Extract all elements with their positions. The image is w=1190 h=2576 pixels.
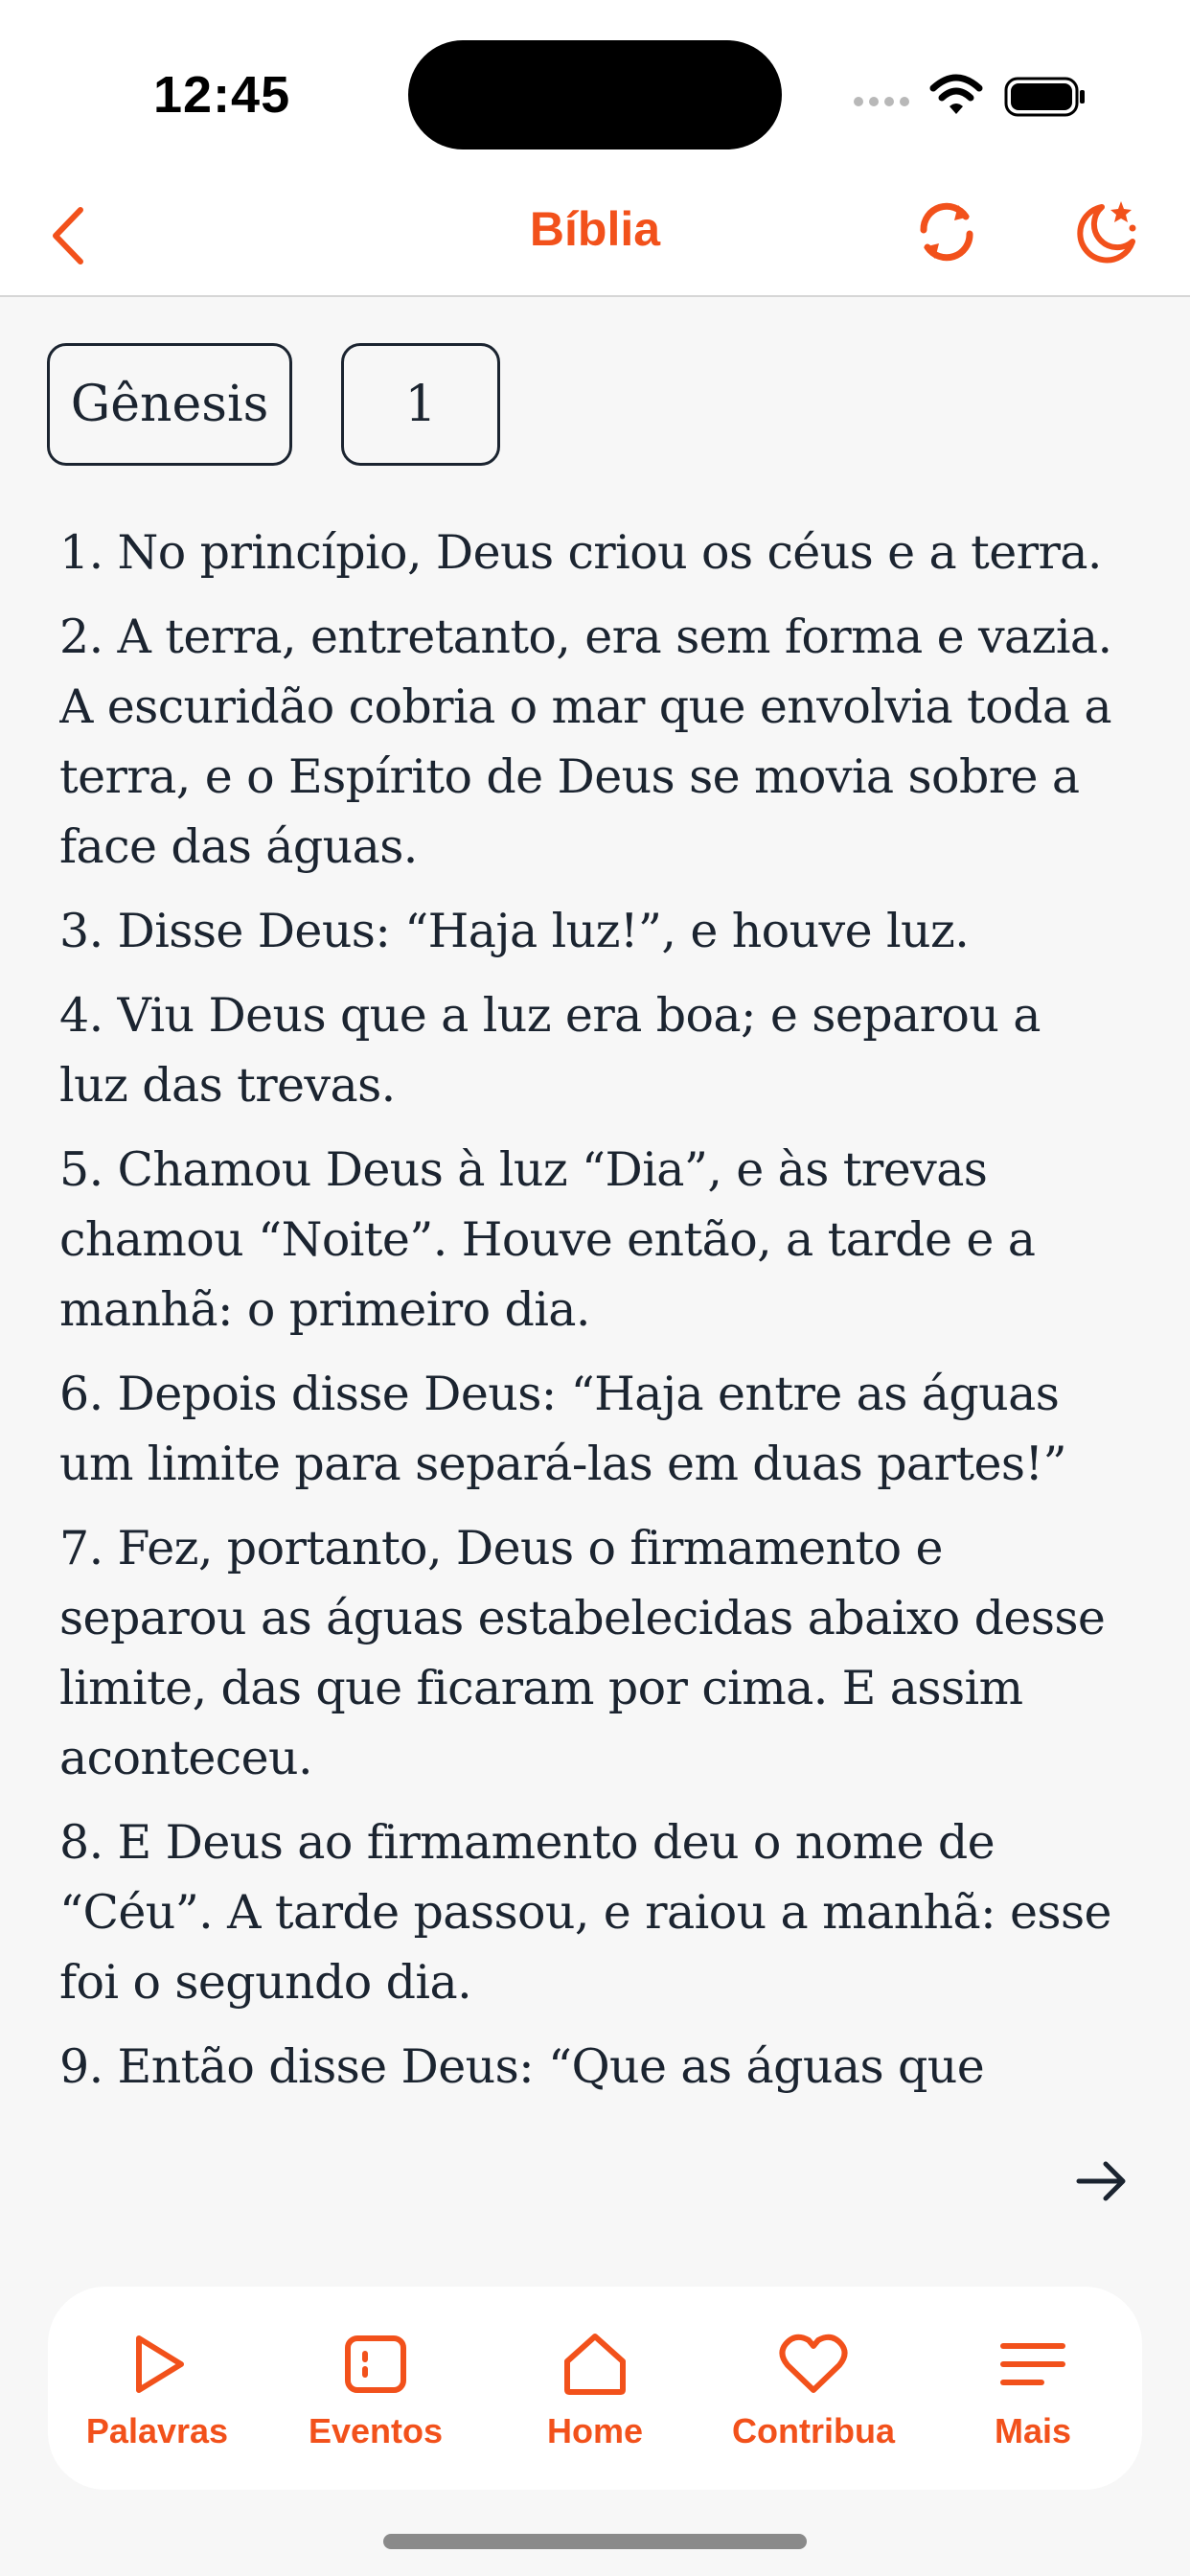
tab-label: Eventos [308,2411,444,2450]
night-mode-button[interactable] [1069,196,1142,268]
tab-label: Contribua [732,2411,895,2450]
verse-list: 1. No princípio, Deus criou os céus e a … [59,518,1113,2271]
bottom-tab-bar: Palavras Eventos Home Contribua Mais [48,2287,1142,2490]
events-icon [345,2335,406,2393]
status-time: 12:45 [153,66,291,124]
verse-item: 4. Viu Deus que a luz era boa; e separou… [59,988,1041,1113]
tab-eventos[interactable]: Eventos [266,2287,485,2490]
status-bar: 12:45 [0,0,1190,172]
home-icon [564,2334,626,2395]
tab-label: Home [546,2411,644,2450]
verse-item: 7. Fez, portanto, Deus o firmamento e se… [59,1521,1106,1785]
book-selector[interactable]: Gênesis [47,343,292,466]
verse-item: 6. Depois disse Deus: “Haja entre as águ… [59,1367,1067,1491]
tab-home[interactable]: Home [486,2287,704,2490]
wifi-icon [929,74,983,114]
refresh-button[interactable] [910,196,983,268]
battery-icon [1004,77,1085,117]
verse-item: 3. Disse Deus: “Haja luz!”, e houve luz. [59,904,970,958]
tab-label: Palavras [85,2411,229,2450]
chapter-selector[interactable]: 1 [341,343,500,466]
home-indicator [383,2534,807,2549]
navigation-bar: Bíblia [0,172,1190,297]
app-screen: 12:45 Bíblia Gênesis 1 1. No princípio, … [0,0,1190,2576]
play-icon [136,2335,184,2393]
cellular-signal-icon [854,97,909,106]
moon-stars-icon [1077,201,1136,264]
tab-label: Mais [994,2411,1072,2450]
arrow-right-icon [1076,2161,1126,2201]
verse-item: 8. E Deus ao firmamento deu o nome de “C… [59,1815,1112,2010]
tab-contribua[interactable]: Contribua [704,2287,923,2490]
verse-item: 9. Então disse Deus: “Que as águas que [59,2039,985,2094]
verse-item: 2. A terra, entretanto, era sem forma e … [59,610,1112,874]
heart-icon [779,2334,848,2393]
tab-mais[interactable]: Mais [924,2287,1142,2490]
dynamic-island [408,40,782,150]
refresh-icon [920,202,973,262]
tab-palavras[interactable]: Palavras [48,2287,266,2490]
next-chapter-button[interactable] [1071,2150,1133,2212]
verse-item: 1. No princípio, Deus criou os céus e a … [59,525,1102,580]
verse-item: 5. Chamou Deus à luz “Dia”, e às trevas … [59,1142,1036,1337]
menu-icon [1000,2343,1065,2385]
page-title: Bíblia [529,202,661,256]
